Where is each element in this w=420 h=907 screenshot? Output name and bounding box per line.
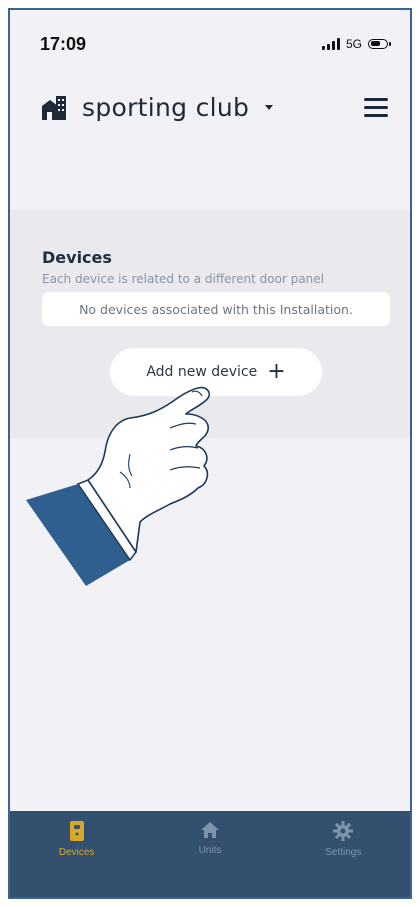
empty-devices-message: No devices associated with this Installa… (42, 292, 390, 326)
battery-icon (368, 39, 391, 49)
status-indicators: 5G (321, 37, 391, 51)
add-device-button[interactable]: Add new device + (110, 348, 322, 396)
tab-devices-label: Devices (58, 847, 95, 858)
network-type: 5G (345, 37, 362, 51)
tab-settings[interactable]: Settings (288, 821, 398, 897)
add-device-label: Add new device (146, 364, 258, 380)
app-header: sporting club (40, 88, 388, 126)
installation-name: sporting club (82, 92, 250, 122)
hand-cuff (26, 484, 130, 586)
tab-devices[interactable]: Devices (22, 821, 132, 897)
door-panel-icon (69, 821, 84, 841)
gear-icon (333, 821, 354, 841)
caret-down-icon (265, 104, 274, 110)
plus-icon: + (267, 359, 286, 384)
devices-subtitle: Each device is related to a different do… (42, 272, 324, 286)
tab-units[interactable]: Units (155, 821, 265, 897)
app-screen: 17:09 5G sporting club Devices Each devi… (8, 8, 412, 899)
bottom-tab-bar: Devices Units Settings (10, 811, 410, 897)
building-icon (42, 96, 66, 120)
installation-selector[interactable]: sporting club (40, 92, 274, 122)
status-time: 17:09 (40, 33, 87, 54)
status-bar: 17:09 5G (40, 32, 391, 56)
hamburger-menu-icon[interactable] (364, 97, 388, 117)
devices-title: Devices (42, 248, 112, 267)
tab-units-label: Units (198, 845, 222, 856)
empty-message-text: No devices associated with this Installa… (79, 301, 353, 317)
tab-settings-label: Settings (325, 847, 362, 858)
home-icon (200, 822, 219, 838)
signal-icon (321, 38, 340, 50)
